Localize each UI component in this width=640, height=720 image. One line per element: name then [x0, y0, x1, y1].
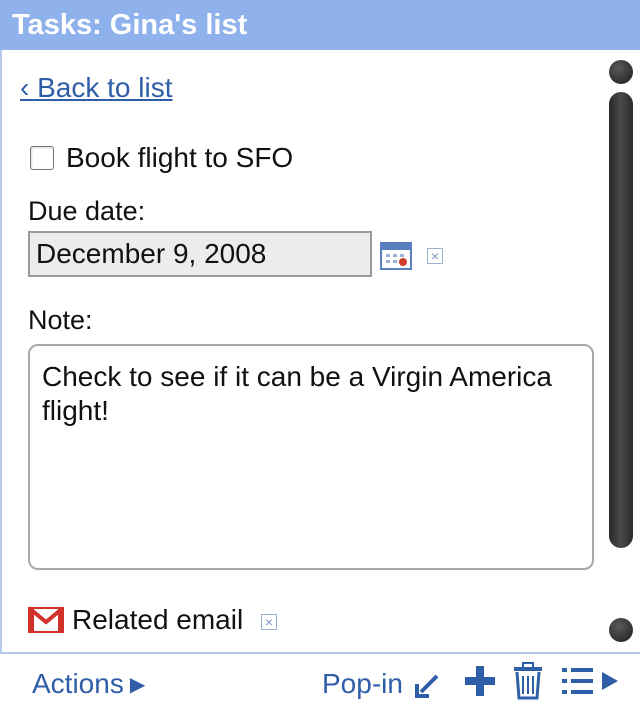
note-textarea[interactable]: Check to see if it can be a Virgin Ameri… — [28, 344, 594, 570]
calendar-icon[interactable] — [380, 240, 412, 270]
vertical-scrollbar[interactable] — [605, 52, 638, 652]
note-label: Note: — [28, 305, 93, 335]
due-date-label: Due date: — [28, 196, 146, 226]
popin-label: Pop-in — [322, 668, 403, 699]
footer-toolbar: Actions ▶ Pop-in — [0, 652, 640, 720]
related-email-row: Related email — [28, 600, 243, 640]
popin-button[interactable]: Pop-in — [322, 668, 441, 700]
triangle-right-icon: ▶ — [129, 674, 146, 696]
task-row: Book flight to SFO — [30, 140, 293, 176]
actions-label: Actions — [32, 668, 124, 699]
task-title[interactable]: Book flight to SFO — [66, 142, 293, 174]
plus-icon[interactable] — [463, 664, 497, 698]
scroll-thumb[interactable] — [609, 92, 633, 548]
trash-icon[interactable] — [512, 662, 544, 700]
back-to-list-link[interactable]: ‹ Back to list — [20, 72, 172, 104]
due-date-field[interactable]: December 9, 2008 — [28, 231, 372, 277]
scroll-up-button[interactable] — [609, 60, 633, 84]
popin-arrow-icon — [414, 674, 439, 698]
task-complete-checkbox[interactable] — [30, 146, 54, 170]
list-icon[interactable] — [560, 666, 622, 696]
clear-due-date-icon[interactable]: × — [427, 248, 443, 264]
gmail-icon — [28, 606, 64, 633]
window-title: Tasks: Gina's list — [0, 0, 640, 50]
scroll-down-button[interactable] — [609, 618, 633, 642]
clear-related-email-icon[interactable]: × — [261, 614, 277, 630]
related-email-link[interactable]: Related email — [72, 604, 243, 636]
actions-menu[interactable]: Actions ▶ — [32, 668, 145, 700]
